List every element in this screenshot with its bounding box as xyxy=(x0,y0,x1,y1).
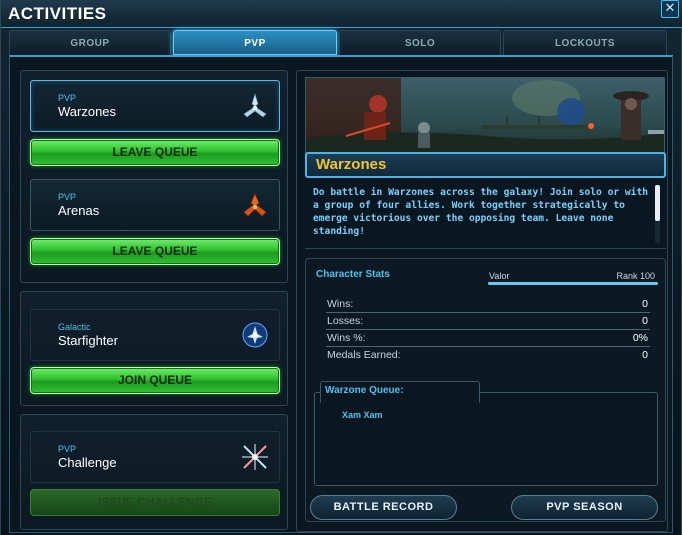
issue-challenge-button: ISSUE CHALLENGE xyxy=(30,489,280,516)
warzones-queue-button[interactable]: LEAVE QUEUE xyxy=(30,139,280,166)
valor-rank: Rank 100 xyxy=(616,271,655,281)
close-button[interactable]: ✕ xyxy=(661,0,679,18)
tab-bar: GROUP PVP SOLO LOCKOUTS xyxy=(9,30,667,55)
arena-icon xyxy=(243,193,267,217)
queue-entry: Xam Xam xyxy=(342,410,383,420)
stat-label: Wins %: xyxy=(327,332,366,344)
stat-value: 0 xyxy=(642,315,648,327)
stat-row-losses: Losses: 0 xyxy=(326,313,650,330)
activity-detail-panel: Warzones Do battle in Warzones across th… xyxy=(296,70,668,532)
activity-name: Warzones xyxy=(58,104,117,119)
activity-name: Arenas xyxy=(58,203,100,218)
description-box: Do battle in Warzones across the galaxy!… xyxy=(305,180,666,249)
activity-name: Starfighter xyxy=(58,333,118,348)
stat-row-win-percent: Wins %: 0% xyxy=(326,330,650,347)
warzone-queue-title: Warzone Queue: xyxy=(325,385,404,396)
activity-category: PVP xyxy=(58,192,77,202)
starfighter-queue-button[interactable]: JOIN QUEUE xyxy=(30,367,280,394)
stat-label: Medals Earned: xyxy=(327,349,401,361)
activity-card-arenas[interactable]: PVP Arenas xyxy=(30,179,280,231)
stat-row-wins: Wins: 0 xyxy=(326,296,650,313)
character-stats-title: Character Stats xyxy=(316,269,390,280)
warzone-queue-box: Warzone Queue: Xam Xam xyxy=(314,381,658,486)
challenge-group-box: PVP Challenge ISSUE CHALLENGE xyxy=(20,414,288,530)
activity-card-starfighter[interactable]: Galactic Starfighter xyxy=(30,309,280,361)
battle-record-button[interactable]: BATTLE RECORD xyxy=(310,495,457,520)
banner-artwork xyxy=(306,78,664,154)
stat-value: 0% xyxy=(632,332,648,344)
activity-card-challenge[interactable]: PVP Challenge xyxy=(30,431,280,483)
stat-label: Losses: xyxy=(327,315,364,327)
pvp-season-button[interactable]: PVP SEASON xyxy=(511,495,658,520)
tab-pvp[interactable]: PVP xyxy=(173,30,337,55)
valor-progress-bar xyxy=(488,282,658,285)
warzone-icon xyxy=(243,92,267,118)
description-scrollbar[interactable] xyxy=(655,185,660,243)
queue-group-box: PVP Warzones LEAVE QUEUE PVP Arenas LEAV… xyxy=(20,70,288,283)
valor-label: Valor xyxy=(489,271,510,281)
tab-lockouts[interactable]: LOCKOUTS xyxy=(503,30,667,55)
activity-category: Galactic xyxy=(58,322,91,332)
stat-value: 0 xyxy=(642,298,648,310)
activity-list: PVP Warzones LEAVE QUEUE PVP Arenas LEAV… xyxy=(20,70,288,532)
valor-progress-fill xyxy=(488,282,658,285)
tab-group[interactable]: GROUP xyxy=(9,30,171,55)
activity-heading-text: Warzones xyxy=(316,156,387,173)
window-title: ACTIVITIES xyxy=(8,4,107,23)
activity-category: PVP xyxy=(58,444,77,454)
arenas-queue-button[interactable]: LEAVE QUEUE xyxy=(30,238,280,265)
activity-card-warzones[interactable]: PVP Warzones xyxy=(30,80,280,132)
activity-category: PVP xyxy=(58,93,77,103)
warzones-banner-image xyxy=(305,77,665,155)
challenge-icon xyxy=(242,444,268,470)
activity-heading: Warzones xyxy=(305,152,666,178)
tab-solo[interactable]: SOLO xyxy=(339,30,501,55)
starfighter-icon xyxy=(242,322,268,348)
stat-row-medals: Medals Earned: 0 xyxy=(326,347,650,364)
starfighter-group-box: Galactic Starfighter JOIN QUEUE xyxy=(20,291,288,406)
warzone-queue-tab: Warzone Queue: xyxy=(320,381,480,403)
activities-window: ACTIVITIES ✕ GROUP PVP SOLO LOCKOUTS PVP… xyxy=(0,0,682,535)
stat-label: Wins: xyxy=(327,298,354,310)
stat-value: 0 xyxy=(642,349,648,361)
character-stats-panel: Character Stats Valor Rank 100 Wins: 0 L… xyxy=(305,258,666,522)
activity-name: Challenge xyxy=(58,455,117,470)
title-bar: ACTIVITIES ✕ xyxy=(1,0,682,28)
activity-description: Do battle in Warzones across the galaxy!… xyxy=(313,187,649,237)
scrollbar-thumb[interactable] xyxy=(655,185,660,221)
